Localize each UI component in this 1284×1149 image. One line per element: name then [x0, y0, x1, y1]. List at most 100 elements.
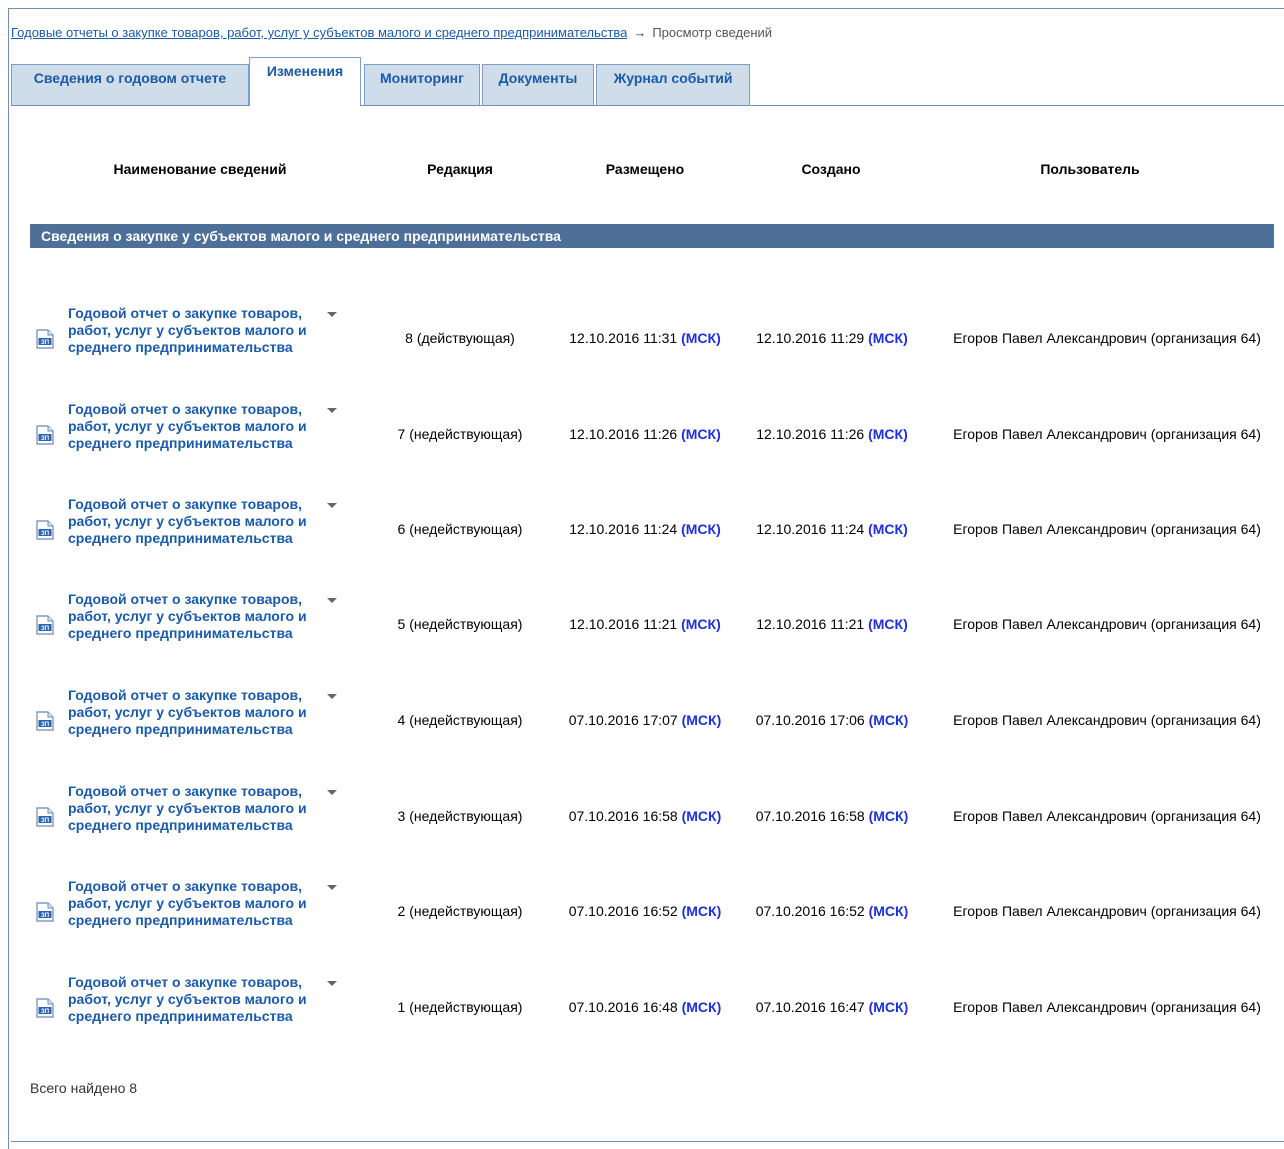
timezone-label: (МСК)	[868, 999, 909, 1015]
row-edition: 2 (недействующая)	[397, 903, 523, 919]
row-user: Егоров Павел Александрович (организация …	[953, 808, 1261, 824]
tab-label: Документы	[498, 70, 578, 86]
row-placed-date: 12.10.2016 11:24	[569, 521, 678, 537]
timezone-label: (МСК)	[868, 903, 909, 919]
timezone-label: (МСК)	[868, 712, 909, 728]
chevron-down-icon[interactable]	[327, 503, 337, 508]
row-created: 07.10.2016 16:52 (МСК)	[742, 903, 922, 919]
tab-changes[interactable]: Изменения	[249, 57, 361, 106]
document-icon[interactable]: ЗП	[36, 807, 54, 827]
row-placed-date: 07.10.2016 16:52	[568, 903, 678, 919]
timezone-label: (МСК)	[868, 426, 908, 442]
document-icon[interactable]: ЗП	[36, 615, 54, 635]
row-placed-date: 07.10.2016 16:48	[568, 999, 678, 1015]
timezone-label: (МСК)	[868, 808, 909, 824]
chevron-down-icon[interactable]	[327, 312, 337, 317]
table-row: ЗП Годовой отчет о закупке товаров, работ…	[0, 778, 1284, 874]
breadcrumb-arrow: →	[633, 25, 647, 40]
row-title-link[interactable]: Годовой отчет о закупке товаров, работ, …	[68, 974, 318, 1025]
row-title-link[interactable]: Годовой отчет о закупке товаров, работ, …	[68, 496, 318, 547]
tabs-baseline	[750, 105, 1284, 106]
tab-event-log[interactable]: Журнал событий	[596, 64, 750, 106]
document-icon[interactable]: ЗП	[36, 998, 54, 1018]
chevron-down-icon[interactable]	[327, 885, 337, 890]
timezone-label: (МСК)	[681, 616, 721, 632]
row-placed-date: 12.10.2016 11:31	[569, 330, 678, 346]
row-user: Егоров Павел Александрович (организация …	[953, 426, 1261, 442]
table-row: ЗП Годовой отчет о закупке товаров, работ…	[0, 873, 1284, 969]
row-edition: 3 (недействующая)	[397, 808, 523, 824]
timezone-label: (МСК)	[681, 330, 721, 346]
breadcrumb-link[interactable]: Годовые отчеты о закупке товаров, работ,…	[11, 25, 627, 40]
tab-label: Изменения	[266, 63, 344, 79]
timezone-label: (МСК)	[868, 616, 908, 632]
row-user: Егоров Павел Александрович (организация …	[953, 712, 1261, 728]
row-created-date: 07.10.2016 17:06	[755, 712, 865, 728]
document-icon[interactable]: ЗП	[36, 711, 54, 731]
tab-documents[interactable]: Документы	[482, 64, 594, 106]
row-placed: 07.10.2016 16:48 (МСК)	[555, 999, 735, 1015]
tab-label: Сведения о годовом отчете	[33, 70, 227, 86]
chevron-down-icon[interactable]	[327, 694, 337, 699]
row-title-link[interactable]: Годовой отчет о закупке товаров, работ, …	[68, 687, 318, 738]
tabs-baseline-mid	[361, 105, 750, 106]
document-icon[interactable]: ЗП	[36, 329, 54, 349]
column-header-edition: Редакция	[427, 161, 493, 177]
total-count: Всего найдено 8	[30, 1080, 138, 1096]
row-created: 12.10.2016 11:21 (МСК)	[742, 616, 922, 632]
row-created-date: 07.10.2016 16:47	[755, 999, 865, 1015]
document-icon-text: ЗП	[41, 913, 49, 919]
timezone-label: (МСК)	[681, 808, 722, 824]
timezone-label: (МСК)	[868, 330, 908, 346]
breadcrumb-current: Просмотр сведений	[652, 25, 773, 40]
row-placed: 07.10.2016 17:07 (МСК)	[555, 712, 735, 728]
tab-report-info[interactable]: Сведения о годовом отчете	[11, 64, 249, 106]
table-row: ЗП Годовой отчет о закупке товаров, работ…	[0, 396, 1284, 492]
row-created-date: 12.10.2016 11:21	[756, 616, 865, 632]
section-header: Сведения о закупке у субъектов малого и …	[30, 224, 1274, 248]
chevron-down-icon[interactable]	[327, 790, 337, 795]
row-title-link[interactable]: Годовой отчет о закупке товаров, работ, …	[68, 401, 318, 452]
row-user: Егоров Павел Александрович (организация …	[953, 903, 1261, 919]
row-title-link[interactable]: Годовой отчет о закупке товаров, работ, …	[68, 591, 318, 642]
chevron-down-icon[interactable]	[327, 598, 337, 603]
column-header-placed: Размещено	[605, 161, 685, 177]
row-title-link[interactable]: Годовой отчет о закупке товаров, работ, …	[68, 783, 318, 834]
row-title-link[interactable]: Годовой отчет о закупке товаров, работ, …	[68, 878, 318, 929]
document-icon-text: ЗП	[41, 1009, 49, 1015]
row-edition: 7 (недействующая)	[397, 426, 523, 442]
row-created: 07.10.2016 16:47 (МСК)	[742, 999, 922, 1015]
chevron-down-icon[interactable]	[327, 981, 337, 986]
row-user: Егоров Павел Александрович (организация …	[953, 999, 1261, 1015]
table-row: ЗП Годовой отчет о закупке товаров, работ…	[0, 491, 1284, 587]
breadcrumb: Годовые отчеты о закупке товаров, работ,…	[11, 25, 772, 40]
row-placed: 12.10.2016 11:31 (МСК)	[555, 330, 735, 346]
tab-label: Журнал событий	[613, 70, 733, 86]
row-created-date: 07.10.2016 16:58	[755, 808, 865, 824]
document-icon[interactable]: ЗП	[36, 902, 54, 922]
row-created: 12.10.2016 11:24 (МСК)	[742, 521, 922, 537]
row-placed-date: 12.10.2016 11:21	[569, 616, 678, 632]
row-created: 12.10.2016 11:26 (МСК)	[742, 426, 922, 442]
tab-monitoring[interactable]: Мониторинг	[364, 64, 480, 106]
row-created-date: 12.10.2016 11:26	[756, 426, 865, 442]
timezone-label: (МСК)	[681, 426, 721, 442]
document-icon[interactable]: ЗП	[36, 425, 54, 445]
tabs-baseline-left	[11, 105, 249, 106]
document-icon[interactable]: ЗП	[36, 520, 54, 540]
row-placed: 07.10.2016 16:52 (МСК)	[555, 903, 735, 919]
row-edition: 4 (недействующая)	[397, 712, 523, 728]
row-edition: 6 (недействующая)	[397, 521, 523, 537]
row-title-link[interactable]: Годовой отчет о закупке товаров, работ, …	[68, 305, 318, 356]
row-created-date: 07.10.2016 16:52	[755, 903, 865, 919]
document-icon-text: ЗП	[41, 626, 49, 632]
row-user: Егоров Павел Александрович (организация …	[953, 521, 1261, 537]
row-created-date: 12.10.2016 11:24	[756, 521, 865, 537]
table-row: ЗП Годовой отчет о закупке товаров, работ…	[0, 682, 1284, 778]
column-header-user: Пользователь	[1040, 161, 1140, 177]
table-row: ЗП Годовой отчет о закупке товаров, работ…	[0, 969, 1284, 1065]
row-placed: 12.10.2016 11:26 (МСК)	[555, 426, 735, 442]
row-edition: 8 (действующая)	[405, 330, 515, 346]
chevron-down-icon[interactable]	[327, 408, 337, 413]
table-row: ЗП Годовой отчет о закупке товаров, работ…	[0, 300, 1284, 396]
